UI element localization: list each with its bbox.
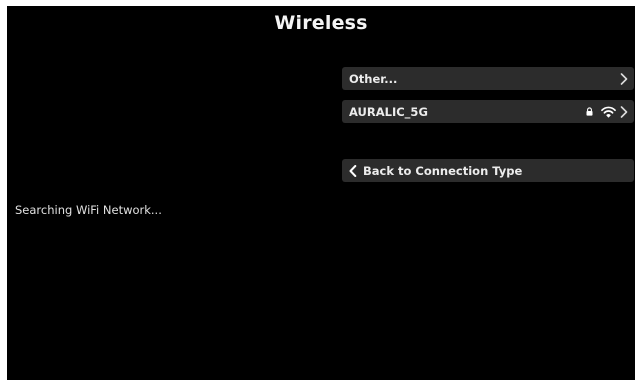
network-name: AURALIC_5G [349,104,428,119]
network-name: Other... [349,71,398,86]
wifi-icon [601,106,616,118]
wireless-screen: Wireless Searching WiFi Network... Other… [7,6,635,380]
network-item-auralic-5g[interactable]: AURALIC_5G [342,100,634,123]
page-title: Wireless [274,12,368,34]
chevron-right-icon [620,72,628,85]
network-item-other[interactable]: Other... [342,67,634,90]
lock-icon [586,107,593,116]
chevron-right-icon [620,105,628,118]
status-text: Searching WiFi Network... [15,203,162,217]
back-to-connection-type-button[interactable]: Back to Connection Type [342,159,634,182]
back-label: Back to Connection Type [363,163,523,178]
network-icons [620,72,628,85]
network-icons [586,105,628,118]
chevron-left-icon [349,164,357,177]
